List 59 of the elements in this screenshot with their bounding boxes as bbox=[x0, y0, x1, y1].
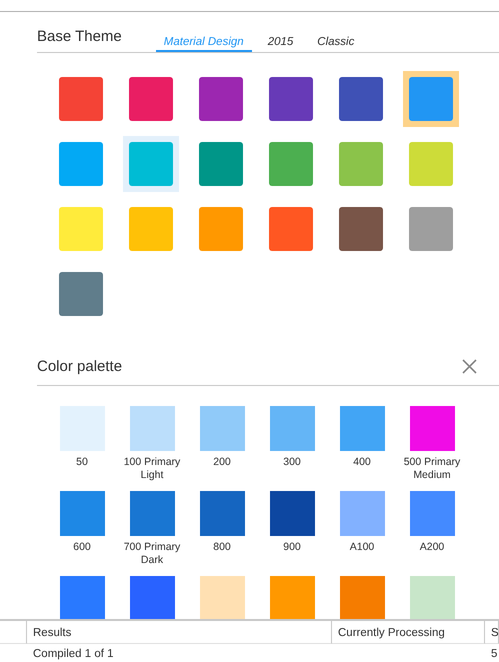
swatch-label: 900 bbox=[282, 541, 302, 554]
table-cell-text: Compiled 1 of 1 bbox=[32, 647, 115, 662]
swatch-label: A200 bbox=[418, 541, 446, 554]
color-swatch[interactable] bbox=[199, 207, 243, 251]
palette-swatch[interactable] bbox=[270, 406, 314, 451]
swatch-label: 800 bbox=[212, 541, 232, 554]
color-swatch[interactable] bbox=[129, 142, 173, 186]
palette-swatch[interactable] bbox=[200, 406, 244, 451]
color-swatch[interactable] bbox=[409, 207, 453, 251]
theme-tab[interactable]: 2015 bbox=[260, 36, 302, 52]
color-swatch[interactable] bbox=[339, 77, 383, 121]
column-header[interactable]: Results bbox=[27, 621, 332, 644]
swatch-label: A100 bbox=[348, 541, 376, 554]
palette-swatch[interactable] bbox=[340, 491, 384, 536]
palette-swatch[interactable] bbox=[60, 576, 104, 619]
theme-tab[interactable]: Classic bbox=[309, 36, 362, 52]
color-swatch[interactable] bbox=[339, 207, 383, 251]
swatch-label: 300 bbox=[282, 456, 302, 469]
swatch-label: 700 Primary Dark bbox=[122, 541, 182, 567]
palette-swatch[interactable] bbox=[410, 576, 454, 619]
color-swatch[interactable] bbox=[409, 142, 453, 186]
palette-swatch[interactable] bbox=[340, 576, 384, 619]
color-swatch[interactable] bbox=[59, 272, 103, 316]
palette-swatch[interactable] bbox=[270, 491, 314, 536]
swatch-label: 400 bbox=[352, 456, 372, 469]
palette-swatch[interactable] bbox=[270, 576, 314, 619]
color-swatch[interactable] bbox=[409, 77, 453, 121]
swatch-label: 500 Primary Medium bbox=[402, 456, 462, 482]
table-cell-text: 5 bbox=[490, 647, 498, 662]
color-swatch[interactable] bbox=[59, 142, 103, 186]
palette-swatch[interactable] bbox=[200, 491, 244, 536]
column-header[interactable]: S bbox=[485, 621, 499, 644]
color-swatch[interactable] bbox=[269, 207, 313, 251]
color-swatch[interactable] bbox=[59, 77, 103, 121]
swatch-label: 100 Primary Light bbox=[122, 456, 182, 482]
color-swatch[interactable] bbox=[269, 142, 313, 186]
color-swatch[interactable] bbox=[129, 207, 173, 251]
color-swatch[interactable] bbox=[269, 77, 313, 121]
palette-swatch[interactable] bbox=[60, 491, 104, 536]
color-swatch[interactable] bbox=[199, 142, 243, 186]
close-icon[interactable] bbox=[462, 359, 477, 374]
palette-swatch[interactable] bbox=[410, 491, 454, 536]
color-swatch[interactable] bbox=[59, 207, 103, 251]
color-swatch[interactable] bbox=[199, 77, 243, 121]
section-title: Base Theme bbox=[37, 28, 122, 47]
color-swatch[interactable] bbox=[339, 142, 383, 186]
palette-swatch[interactable] bbox=[130, 491, 174, 536]
palette-swatch[interactable] bbox=[340, 406, 384, 451]
palette-swatch[interactable] bbox=[60, 406, 104, 451]
palette-swatch[interactable] bbox=[410, 406, 454, 451]
palette-swatch[interactable] bbox=[130, 576, 174, 619]
color-swatch[interactable] bbox=[129, 77, 173, 121]
swatch-label: 600 bbox=[72, 541, 92, 554]
section-title: Color palette bbox=[37, 358, 122, 375]
column-header[interactable]: Currently Processing bbox=[332, 621, 485, 644]
swatch-label: 200 bbox=[212, 456, 232, 469]
palette-swatch[interactable] bbox=[200, 576, 244, 619]
swatch-label: 50 bbox=[75, 456, 89, 469]
palette-swatch[interactable] bbox=[130, 406, 174, 451]
